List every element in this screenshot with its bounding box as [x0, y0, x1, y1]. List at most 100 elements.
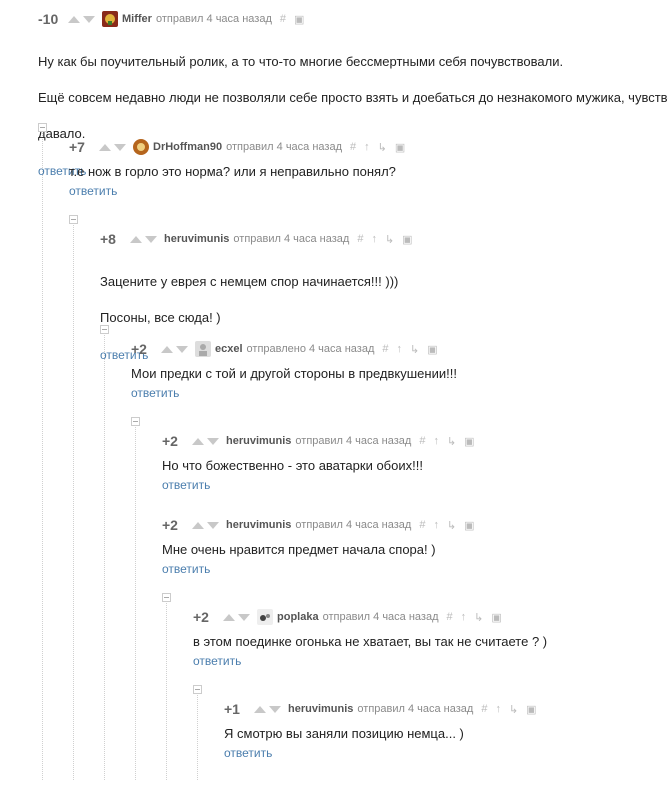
- reply-link[interactable]: ответить: [162, 478, 210, 492]
- downvote-icon[interactable]: [114, 143, 126, 151]
- thread-line: [135, 424, 136, 780]
- comment-rating: +8: [100, 231, 116, 247]
- thread-line: [197, 692, 198, 780]
- downvote-icon[interactable]: [238, 613, 250, 621]
- comment-rating: +2: [162, 433, 178, 449]
- comment-author[interactable]: heruvimunis: [164, 233, 229, 245]
- comment: +2 ecxel отправлено 4 часа назад # ↑ ↳ ▣ Мо…: [131, 340, 668, 402]
- thread-line: [104, 332, 105, 780]
- comment-timestamp[interactable]: отправил 4 часа назад: [233, 233, 349, 245]
- comment: +1 heruvimunis отправил 4 часа назад # ↑ ↳…: [224, 700, 668, 762]
- reply-link[interactable]: ответить: [131, 386, 179, 400]
- reply-link[interactable]: ответить: [193, 654, 241, 668]
- comment-author[interactable]: heruvimunis: [226, 435, 291, 447]
- upvote-icon[interactable]: [130, 235, 142, 243]
- downvote-icon[interactable]: [83, 15, 95, 23]
- reply-link[interactable]: ответить: [69, 184, 117, 198]
- parent-icon[interactable]: ↑: [495, 703, 501, 715]
- comment-author[interactable]: heruvimunis: [288, 703, 353, 715]
- comment-text: Мне очень нравится предмет начала спора!…: [162, 542, 436, 557]
- downvote-icon[interactable]: [145, 235, 157, 243]
- hash-icon[interactable]: #: [280, 13, 286, 25]
- comment: +2 heruvimunis отправил 4 часа назад # ↑ ↳…: [162, 516, 668, 578]
- collapse-icon[interactable]: [162, 593, 171, 602]
- thread-icon[interactable]: ↳: [385, 233, 394, 246]
- upvote-icon[interactable]: [223, 613, 235, 621]
- upvote-icon[interactable]: [161, 345, 173, 353]
- save-icon[interactable]: ▣: [464, 519, 474, 532]
- save-icon[interactable]: ▣: [526, 703, 536, 716]
- downvote-icon[interactable]: [207, 437, 219, 445]
- comment-author[interactable]: Miffer: [122, 13, 152, 25]
- comment-timestamp[interactable]: отправил 4 часа назад: [156, 13, 272, 25]
- thread-line: [73, 222, 74, 780]
- avatar[interactable]: [257, 609, 273, 625]
- comment-timestamp[interactable]: отправил 4 часа назад: [323, 611, 439, 623]
- comment-timestamp[interactable]: отправлено 4 часа назад: [247, 343, 375, 355]
- comment-timestamp[interactable]: отправил 4 часа назад: [295, 435, 411, 447]
- thread-icon[interactable]: ↳: [447, 519, 456, 532]
- upvote-icon[interactable]: [68, 15, 80, 23]
- hash-icon[interactable]: #: [382, 343, 388, 355]
- comment-rating: +2: [162, 517, 178, 533]
- save-icon[interactable]: ▣: [395, 141, 405, 154]
- comment: +7 DrHoffman90 отправил 4 часа назад # ↑ ↳…: [69, 138, 668, 200]
- thread-line: [166, 600, 167, 780]
- hash-icon[interactable]: #: [350, 141, 356, 153]
- hash-icon[interactable]: #: [357, 233, 363, 245]
- comment-text: т.е нож в горло это норма? или я неправи…: [69, 164, 396, 179]
- comment: +2 heruvimunis отправил 4 часа назад # ↑ ↳…: [162, 432, 668, 494]
- comment-rating: +2: [131, 341, 147, 357]
- save-icon[interactable]: ▣: [491, 611, 501, 624]
- comment-author[interactable]: DrHoffman90: [153, 141, 222, 153]
- thread-line: [42, 130, 43, 780]
- comment-timestamp[interactable]: отправил 4 часа назад: [226, 141, 342, 153]
- comment-text: Но что божественно - это аватарки обоих!…: [162, 458, 423, 473]
- comment-author[interactable]: ecxel: [215, 343, 243, 355]
- parent-icon[interactable]: ↑: [461, 611, 467, 623]
- avatar[interactable]: [102, 11, 118, 27]
- downvote-icon[interactable]: [269, 705, 281, 713]
- collapse-icon[interactable]: [193, 685, 202, 694]
- collapse-icon[interactable]: [69, 215, 78, 224]
- collapse-icon[interactable]: [131, 417, 140, 426]
- upvote-icon[interactable]: [192, 521, 204, 529]
- reply-link[interactable]: ответить: [224, 746, 272, 760]
- save-icon[interactable]: ▣: [294, 13, 304, 26]
- comment-timestamp[interactable]: отправил 4 часа назад: [295, 519, 411, 531]
- upvote-icon[interactable]: [99, 143, 111, 151]
- collapse-icon[interactable]: [38, 123, 47, 132]
- hash-icon[interactable]: #: [419, 435, 425, 447]
- parent-icon[interactable]: ↑: [433, 435, 439, 447]
- save-icon[interactable]: ▣: [402, 233, 412, 246]
- downvote-icon[interactable]: [176, 345, 188, 353]
- reply-link[interactable]: ответить: [162, 562, 210, 576]
- thread-icon[interactable]: ↳: [378, 141, 387, 154]
- downvote-icon[interactable]: [207, 521, 219, 529]
- comment-timestamp[interactable]: отправил 4 часа назад: [357, 703, 473, 715]
- hash-icon[interactable]: #: [419, 519, 425, 531]
- upvote-icon[interactable]: [192, 437, 204, 445]
- parent-icon[interactable]: ↑: [371, 233, 377, 245]
- parent-icon[interactable]: ↑: [433, 519, 439, 531]
- comment-author[interactable]: heruvimunis: [226, 519, 291, 531]
- parent-icon[interactable]: ↑: [364, 141, 370, 153]
- collapse-icon[interactable]: [100, 325, 109, 334]
- hash-icon[interactable]: #: [447, 611, 453, 623]
- comment-text: Я смотрю вы заняли позицию немца... ): [224, 726, 464, 741]
- parent-icon[interactable]: ↑: [396, 343, 402, 355]
- comment-rating: +1: [224, 701, 240, 717]
- thread-icon[interactable]: ↳: [509, 703, 518, 716]
- avatar[interactable]: [195, 341, 211, 357]
- avatar[interactable]: [133, 139, 149, 155]
- comment-text: Зацените у еврея с немцем спор начинаетс…: [100, 274, 399, 325]
- hash-icon[interactable]: #: [481, 703, 487, 715]
- save-icon[interactable]: ▣: [464, 435, 474, 448]
- comment-author[interactable]: poplaka: [277, 611, 319, 623]
- upvote-icon[interactable]: [254, 705, 266, 713]
- save-icon[interactable]: ▣: [427, 343, 437, 356]
- thread-icon[interactable]: ↳: [474, 611, 483, 624]
- thread-icon[interactable]: ↳: [410, 343, 419, 356]
- thread-icon[interactable]: ↳: [447, 435, 456, 448]
- comment-rating: -10: [38, 11, 59, 27]
